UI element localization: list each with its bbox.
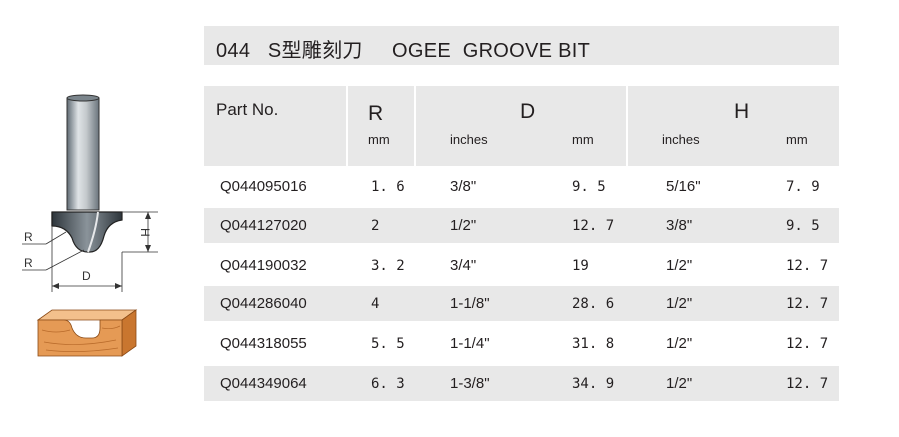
header-d-unit-inches: inches [450, 132, 488, 147]
cell-d-mm: 28. 6 [572, 296, 615, 312]
cell-r: 3. 2 [371, 258, 405, 274]
cell-d-inches: 1-1/4" [450, 335, 490, 352]
cell-h-mm: 12. 7 [786, 258, 829, 274]
header-h-unit-mm: mm [786, 132, 808, 147]
cell-d-inches: 3/4" [450, 257, 477, 274]
cell-d-mm: 12. 7 [572, 218, 615, 234]
cell-r: 1. 6 [371, 179, 405, 195]
diagram-label-r2: R [24, 256, 33, 270]
cutter-head [51, 211, 123, 253]
cell-h-mm: 9. 5 [786, 218, 820, 234]
diagram-label-h: H [138, 228, 152, 237]
cell-h-inches: 3/8" [666, 217, 693, 234]
cell-d-inches: 1/2" [450, 217, 477, 234]
cell-h-inches: 5/16" [666, 178, 701, 195]
cell-r: 2 [371, 218, 380, 234]
header-h-symbol: H [734, 100, 750, 123]
cell-d-inches: 1-3/8" [450, 375, 490, 392]
header-r: R mm [348, 86, 414, 166]
header-h: H inches mm [628, 86, 839, 166]
diagram-label-d: D [82, 269, 91, 283]
header-d-unit-mm: mm [572, 132, 594, 147]
cell-h-mm: 7. 9 [786, 179, 820, 195]
header-d-symbol: D [520, 100, 536, 123]
title-english: OGEE GROOVE BIT [392, 40, 591, 62]
cell-part-no: Q044127020 [220, 217, 307, 234]
cell-d-mm: 31. 8 [572, 336, 615, 352]
cell-part-no: Q044286040 [220, 295, 307, 312]
header-r-unit: mm [368, 132, 390, 147]
cell-h-inches: 1/2" [666, 375, 693, 392]
cell-d-mm: 9. 5 [572, 179, 606, 195]
cell-h-inches: 1/2" [666, 257, 693, 274]
cell-part-no: Q044190032 [220, 257, 307, 274]
title-number: 044 [216, 40, 251, 62]
title-bar: 044 S型雕刻刀 OGEE GROOVE BIT [204, 26, 839, 65]
cell-part-no: Q044349064 [220, 375, 307, 392]
cell-r: 5. 5 [371, 336, 405, 352]
cell-d-inches: 1-1/8" [450, 295, 490, 312]
cell-d-inches: 3/8" [450, 178, 477, 195]
cell-h-mm: 12. 7 [786, 336, 829, 352]
header-d: D inches mm [416, 86, 626, 166]
cell-r: 4 [371, 296, 380, 312]
cell-part-no: Q044095016 [220, 178, 307, 195]
ogee-bit-drawing: R R D H [22, 94, 158, 292]
header-part-no-label: Part No. [216, 100, 279, 119]
cell-h-inches: 1/2" [666, 335, 693, 352]
page-title: 044 S型雕刻刀 OGEE GROOVE BIT [216, 34, 590, 63]
cell-h-mm: 12. 7 [786, 296, 829, 312]
title-chinese: S型雕刻刀 [267, 40, 363, 62]
shank [66, 97, 100, 211]
header-part-no: Part No. [204, 86, 346, 166]
diagram-label-r1: R [24, 230, 33, 244]
cell-h-mm: 12. 7 [786, 376, 829, 392]
cell-d-mm: 34. 9 [572, 376, 615, 392]
cell-part-no: Q044318055 [220, 335, 307, 352]
header-r-symbol: R [368, 102, 384, 125]
cell-r: 6. 3 [371, 376, 405, 392]
wood-block-illustration [36, 309, 138, 357]
header-h-unit-inches: inches [662, 132, 700, 147]
cell-d-mm: 19 [572, 258, 589, 274]
cell-h-inches: 1/2" [666, 295, 693, 312]
